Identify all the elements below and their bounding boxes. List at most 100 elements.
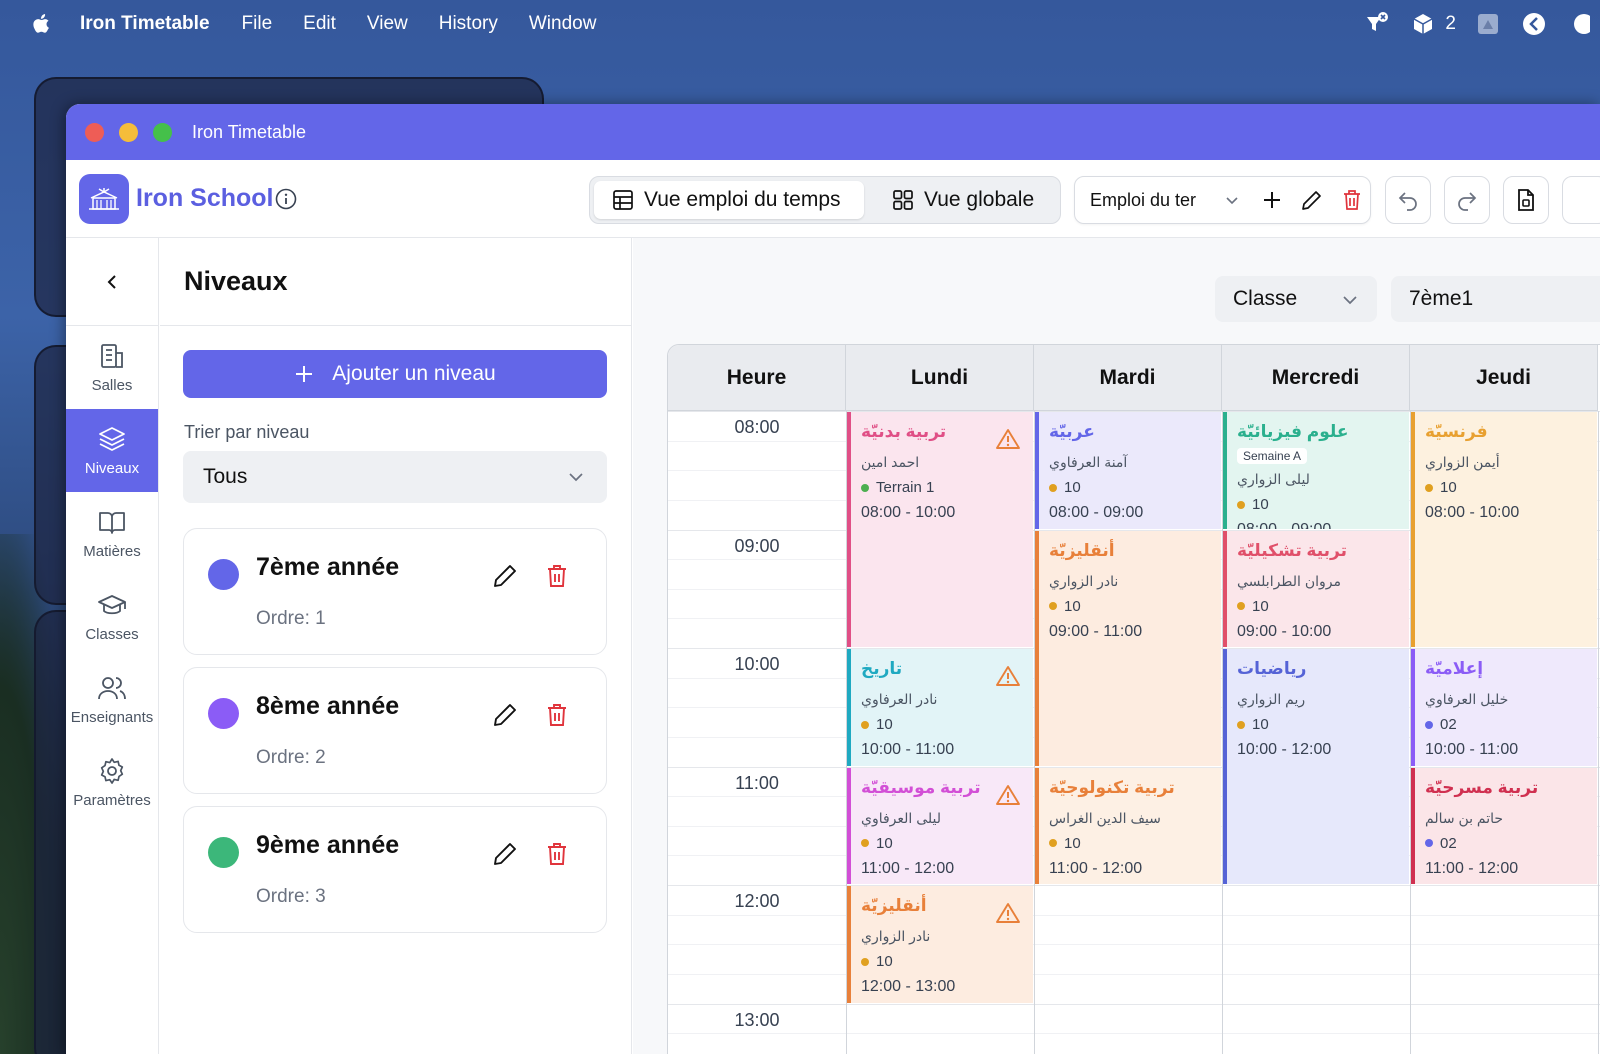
event-teacher: نادر الزواري [1049, 572, 1119, 589]
drive-icon[interactable] [1474, 10, 1502, 38]
event-subject: إعلاميّة [1425, 659, 1484, 678]
circle-icon[interactable] [1566, 10, 1594, 38]
warning-icon[interactable] [996, 428, 1020, 455]
levels-panel: Niveaux Ajouter un niveau Trier par nive… [160, 238, 632, 1054]
timetable-select[interactable]: Emploi du ter [1090, 190, 1204, 211]
add-timetable-icon[interactable] [1260, 188, 1284, 212]
delete-icon[interactable] [546, 563, 568, 594]
level-color-dot [208, 837, 239, 868]
timetable-event[interactable]: عربيّة آمنة العرفاوي 10 08:00 - 09:00 [1035, 412, 1221, 529]
timetable-event[interactable]: رياضيات ريم الزواري 10 10:00 - 12:00 [1223, 649, 1409, 884]
menu-file[interactable]: File [242, 13, 273, 35]
menu-window[interactable]: Window [529, 13, 597, 35]
event-time: 09:00 - 11:00 [1049, 622, 1143, 640]
tab-global-view[interactable]: Vue globale [874, 181, 1052, 219]
menu-app-name[interactable]: Iron Timetable [80, 13, 210, 35]
menu-view[interactable]: View [367, 13, 408, 35]
delete-timetable-icon[interactable] [1340, 188, 1364, 212]
edit-timetable-icon[interactable] [1300, 188, 1324, 212]
timetable-event[interactable]: أنقليزيّة نادر الزواري 10 09:00 - 11:00 [1035, 530, 1221, 766]
undo-button[interactable] [1385, 176, 1431, 224]
cube-icon[interactable] [1409, 10, 1437, 38]
chevron-down-icon[interactable] [1220, 188, 1244, 212]
edit-icon[interactable] [492, 702, 518, 733]
info-icon[interactable] [275, 188, 297, 210]
level-color-dot [208, 698, 239, 729]
sidebar-item-classes[interactable]: Classes [66, 575, 158, 658]
close-window-button[interactable] [85, 122, 104, 142]
sidebar-item-teachers[interactable]: Enseignants [66, 658, 158, 741]
apple-icon[interactable] [30, 12, 52, 36]
menu-edit[interactable]: Edit [303, 13, 336, 35]
hour-label: 10:00 [734, 654, 780, 674]
timetable-event[interactable]: تربية تشكيليّة مروان الطرابلسي 10 09:00 - 1… [1223, 530, 1409, 647]
event-teacher: سيف الدين الغراس [1049, 809, 1161, 826]
edit-icon[interactable] [492, 841, 518, 872]
grid-line [668, 944, 1600, 946]
filter-x-icon[interactable] [1363, 10, 1391, 38]
entity-type-select[interactable]: Classe [1215, 276, 1377, 322]
class-select[interactable]: 7ème1 [1391, 276, 1600, 322]
sort-select[interactable]: Tous [183, 451, 607, 503]
hour-label: 12:00 [734, 891, 780, 911]
sidebar-item-rooms[interactable]: Salles [66, 326, 158, 409]
more-button[interactable] [1562, 176, 1600, 224]
redo-icon [1458, 192, 1477, 211]
grid-icon [893, 190, 913, 210]
timetable-event[interactable]: تاريخ نادر العرفاوي 10 10:00 - 11:00 [847, 649, 1033, 766]
status-dot [861, 839, 869, 847]
level-card[interactable]: 8ème année Ordre: 2 [183, 667, 607, 794]
maximize-window-button[interactable] [153, 122, 172, 142]
status-dot [861, 720, 869, 729]
timetable-event[interactable]: تربية مسرحيّة حاتم بن سالم 02 11:00 - 12:00 [1411, 767, 1597, 884]
tab-timetable-view[interactable]: Vue emploi du temps [594, 181, 864, 219]
level-card[interactable]: 7ème année Ordre: 1 [183, 528, 607, 655]
grid-line [668, 1033, 1600, 1035]
status-dot [1425, 483, 1433, 492]
event-time: 08:00 - 10:00 [861, 504, 956, 521]
timetable-event[interactable]: علوم فيزيائيّة Semaine A ليلى الزواري 10 08:… [1223, 412, 1409, 529]
sidebar-item-label: Enseignants [70, 709, 154, 726]
event-teacher: نادر العرفاوي [861, 691, 938, 707]
timetable-event[interactable]: تربية موسيقيّة ليلى العرفاوي 10 11:00 - 12:… [847, 767, 1033, 884]
export-button[interactable] [1503, 176, 1549, 224]
compass-icon[interactable] [1520, 10, 1548, 38]
event-time: 08:00 - 09:00 [1237, 521, 1399, 529]
event-teacher: ليلى العرفاوي [861, 809, 941, 826]
hour-label: 08:00 [734, 417, 780, 437]
event-group: 10 [861, 835, 1023, 852]
level-card[interactable]: 9ème année Ordre: 3 [183, 806, 607, 933]
sidebar-item-settings[interactable]: Paramètres [66, 741, 158, 824]
event-subject: فرنسيّة [1425, 422, 1488, 441]
event-time: 10:00 - 11:00 [861, 741, 955, 758]
event-time: 12:00 - 13:00 [861, 978, 956, 995]
sidebar-item-levels[interactable]: Niveaux [66, 409, 158, 492]
add-level-button[interactable]: Ajouter un niveau [183, 350, 607, 398]
timetable-event[interactable]: أنقليزيّة نادر الزواري 10 12:00 - 13:00 [847, 886, 1033, 1003]
delete-icon[interactable] [546, 841, 568, 872]
event-room: Terrain 1 [861, 479, 1023, 496]
collapse-sidebar-button[interactable] [66, 238, 158, 326]
timetable-event[interactable]: تربية تكنولوجيّة سيف الدين الغراس 10 11:00 … [1035, 767, 1221, 884]
timetable-event[interactable]: فرنسيّة أيمن الزواري 10 08:00 - 10:00 [1411, 412, 1597, 647]
warning-icon[interactable] [996, 665, 1020, 692]
timetable-event[interactable]: تربية بدنيّة احمد امين Terrain 1 08:00 - 10… [847, 412, 1033, 647]
event-subject: علوم فيزيائيّة [1237, 422, 1349, 441]
sidebar-item-subjects[interactable]: Matières [66, 492, 158, 575]
minimize-window-button[interactable] [119, 122, 138, 142]
tray-count: 2 [1445, 13, 1456, 34]
level-name: 8ème année [256, 692, 400, 720]
tab-global-label: Vue globale [924, 188, 1035, 211]
timetable-event[interactable]: إعلاميّة خليل العرفاوي 02 10:00 - 11:00 [1411, 649, 1597, 766]
edit-icon[interactable] [492, 563, 518, 594]
event-group-label: 10 [1252, 496, 1269, 513]
warning-icon[interactable] [996, 784, 1020, 811]
warning-icon[interactable] [996, 902, 1020, 929]
hour-label: 11:00 [735, 772, 779, 793]
redo-button[interactable] [1444, 176, 1490, 224]
sidebar-item-label: Matières [83, 543, 141, 560]
event-group-label: 10 [1064, 597, 1081, 615]
event-time: 09:00 - 10:00 [1237, 622, 1332, 640]
menu-history[interactable]: History [439, 13, 498, 35]
delete-icon[interactable] [546, 702, 568, 733]
